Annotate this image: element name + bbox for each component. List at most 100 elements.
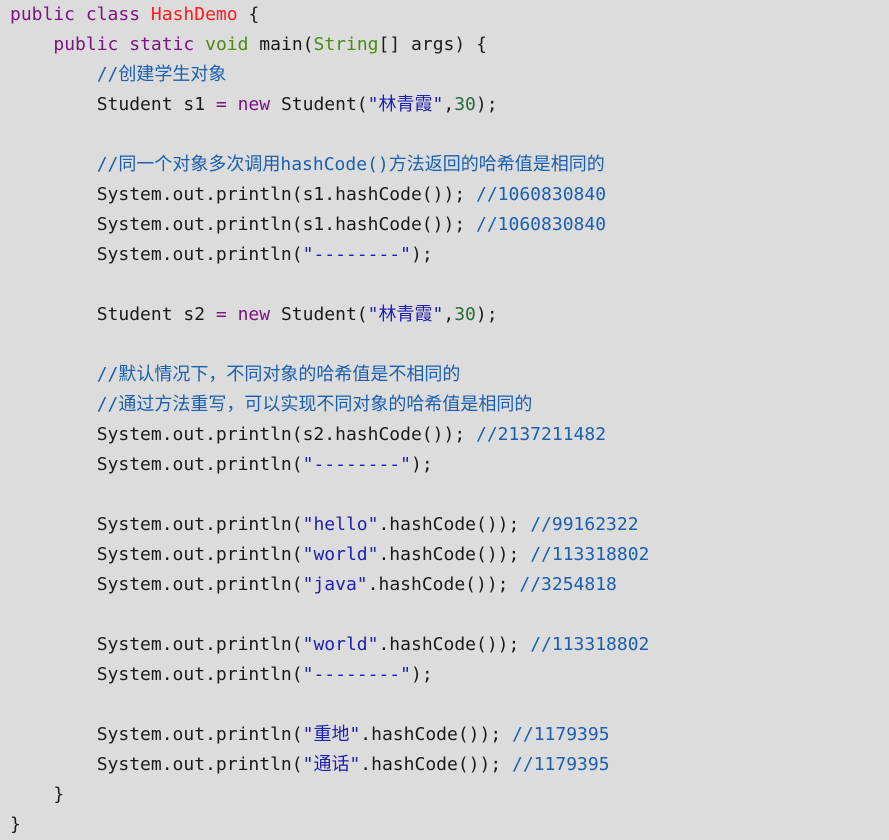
keyword-token: public bbox=[10, 4, 76, 25]
code-token: System.out.println( bbox=[10, 454, 303, 475]
keyword-token: new bbox=[237, 304, 271, 325]
string-token: "--------" bbox=[302, 664, 411, 685]
code-token: } bbox=[10, 784, 65, 805]
code-line: System.out.println(s1.hashCode()); //106… bbox=[10, 180, 649, 210]
code-token: Student s2 bbox=[10, 304, 216, 325]
string-token: "--------" bbox=[302, 454, 411, 475]
code-line: System.out.println("hello".hashCode()); … bbox=[10, 510, 649, 540]
code-line: public static void main(String[] args) { bbox=[10, 30, 649, 60]
code-token: Student( bbox=[270, 304, 368, 325]
operator-token: = bbox=[215, 304, 227, 325]
code-token: { bbox=[237, 4, 260, 25]
code-token: , bbox=[443, 304, 455, 325]
code-line: //创建学生对象 bbox=[10, 60, 649, 90]
comment-token: //通过方法重写，可以实现不同对象的哈希值是相同的 bbox=[96, 394, 533, 415]
comment-token: //默认情况下，不同对象的哈希值是不相同的 bbox=[96, 364, 461, 385]
code-line: public class HashDemo { bbox=[10, 0, 649, 30]
keyword-token: static bbox=[129, 34, 195, 55]
code-token: .hashCode()); bbox=[360, 754, 513, 775]
code-token: ); bbox=[475, 94, 498, 115]
code-line: //通过方法重写，可以实现不同对象的哈希值是相同的 bbox=[10, 390, 649, 420]
code-token: Student( bbox=[270, 94, 368, 115]
comment-token: //1060830840 bbox=[476, 184, 607, 205]
comment-token: //2137211482 bbox=[476, 424, 607, 445]
code-token: System.out.println( bbox=[10, 634, 303, 655]
code-token: .hashCode()); bbox=[378, 544, 531, 565]
code-block: public class HashDemo { public static vo… bbox=[10, 0, 649, 840]
code-token: System.out.println( bbox=[10, 724, 303, 745]
code-token: .hashCode()); bbox=[378, 634, 531, 655]
comment-token: //1179395 bbox=[512, 754, 610, 775]
keyword-token: class bbox=[85, 4, 141, 25]
code-token: ); bbox=[410, 454, 433, 475]
code-token: System.out.println( bbox=[10, 574, 303, 595]
string-token: "--------" bbox=[302, 244, 411, 265]
type-token: String bbox=[313, 34, 379, 55]
code-token: Student s1 bbox=[10, 94, 216, 115]
class-name-token: HashDemo bbox=[150, 4, 238, 25]
code-token: System.out.println( bbox=[10, 664, 303, 685]
comment-token: //99162322 bbox=[530, 514, 639, 535]
code-token: System.out.println( bbox=[10, 754, 303, 775]
comment-token: //3254818 bbox=[519, 574, 617, 595]
code-line: //同一个对象多次调用hashCode()方法返回的哈希值是相同的 bbox=[10, 150, 649, 180]
code-token: System.out.println(s2.hashCode()); bbox=[10, 424, 476, 445]
string-token: "林青霞" bbox=[367, 304, 444, 325]
comment-token: //1179395 bbox=[512, 724, 610, 745]
keyword-token: new bbox=[237, 94, 271, 115]
code-line: Student s1 = new Student("林青霞",30); bbox=[10, 90, 649, 120]
string-token: "world" bbox=[302, 634, 379, 655]
code-line: Student s2 = new Student("林青霞",30); bbox=[10, 300, 649, 330]
number-token: 30 bbox=[454, 304, 476, 325]
code-token: } bbox=[10, 814, 21, 835]
code-line: System.out.println(s2.hashCode()); //213… bbox=[10, 420, 649, 450]
code-token: , bbox=[443, 94, 455, 115]
code-token: System.out.println( bbox=[10, 244, 303, 265]
code-token: System.out.println(s1.hashCode()); bbox=[10, 184, 476, 205]
code-token: System.out.println( bbox=[10, 514, 303, 535]
code-line: } bbox=[10, 810, 649, 840]
code-line: System.out.println("--------"); bbox=[10, 660, 649, 690]
code-line: System.out.println("通话".hashCode()); //1… bbox=[10, 750, 649, 780]
code-line: //默认情况下，不同对象的哈希值是不相同的 bbox=[10, 360, 649, 390]
code-token: ); bbox=[410, 664, 433, 685]
string-token: "通话" bbox=[302, 754, 361, 775]
operator-token: = bbox=[215, 94, 227, 115]
string-token: "重地" bbox=[302, 724, 361, 745]
code-token: .hashCode()); bbox=[367, 574, 520, 595]
code-line: System.out.println("--------"); bbox=[10, 240, 649, 270]
code-line: } bbox=[10, 780, 649, 810]
number-token: 30 bbox=[454, 94, 476, 115]
code-token: [] args) { bbox=[378, 34, 487, 55]
code-token: System.out.println( bbox=[10, 544, 303, 565]
code-token: ); bbox=[410, 244, 433, 265]
comment-token: //113318802 bbox=[530, 634, 650, 655]
code-line: System.out.println("重地".hashCode()); //1… bbox=[10, 720, 649, 750]
comment-token: //创建学生对象 bbox=[96, 64, 227, 85]
code-line: System.out.println(s1.hashCode()); //106… bbox=[10, 210, 649, 240]
code-token: main( bbox=[248, 34, 314, 55]
code-token: ); bbox=[475, 304, 498, 325]
code-token: System.out.println(s1.hashCode()); bbox=[10, 214, 476, 235]
string-token: "world" bbox=[302, 544, 379, 565]
comment-token: //113318802 bbox=[530, 544, 650, 565]
code-token: .hashCode()); bbox=[378, 514, 531, 535]
comment-token: //1060830840 bbox=[476, 214, 607, 235]
string-token: "hello" bbox=[302, 514, 379, 535]
code-line: System.out.println("--------"); bbox=[10, 450, 649, 480]
string-token: "java" bbox=[302, 574, 368, 595]
string-token: "林青霞" bbox=[367, 94, 444, 115]
